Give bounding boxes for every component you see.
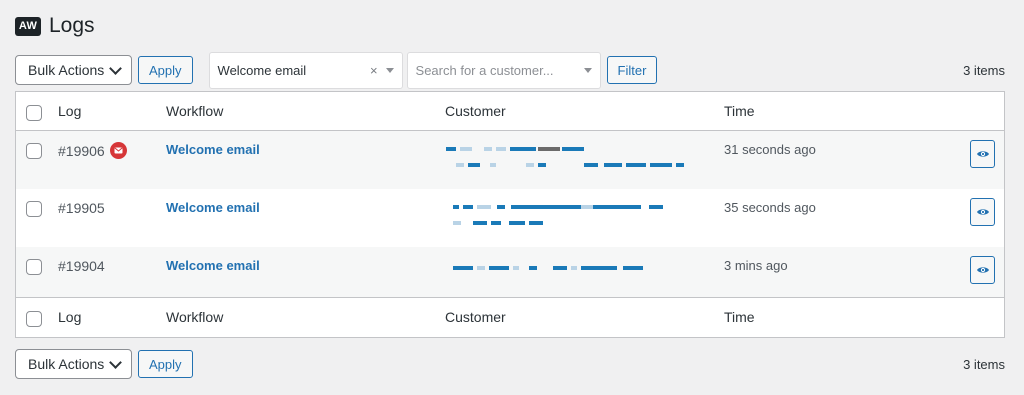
log-id: #19905: [58, 200, 105, 216]
workflow-filter-value: Welcome email: [217, 62, 307, 78]
column-footer-customer: Customer: [445, 309, 506, 325]
filter-button[interactable]: Filter: [606, 56, 658, 84]
column-footer-workflow: Workflow: [166, 309, 224, 325]
workflow-link[interactable]: Welcome email: [166, 200, 260, 215]
redacted-customer: [446, 146, 706, 176]
view-log-button[interactable]: [970, 198, 995, 226]
items-count: 3 items: [963, 356, 1005, 372]
redacted-customer: [453, 266, 713, 296]
bulk-actions-label: Bulk Actions: [28, 62, 105, 78]
dropdown-arrow-icon[interactable]: [385, 67, 394, 73]
eye-icon: [976, 267, 989, 273]
column-header-workflow: Workflow: [166, 103, 224, 119]
top-toolbar: Bulk Actions Apply Welcome email × Searc…: [15, 51, 1005, 89]
table-footer: Log Workflow Customer Time: [16, 297, 1004, 338]
automatewoo-logo: AW: [15, 16, 41, 36]
view-log-button[interactable]: [970, 256, 995, 284]
log-time: 31 seconds ago: [724, 142, 816, 157]
redacted-customer: [453, 204, 713, 234]
bulk-actions-select[interactable]: Bulk Actions: [15, 349, 132, 379]
row-checkbox[interactable]: [26, 201, 42, 217]
chevron-down-icon: [109, 355, 122, 369]
apply-button[interactable]: Apply: [138, 56, 193, 84]
log-id-cell: #19906: [58, 142, 127, 159]
dropdown-arrow-icon[interactable]: [583, 67, 592, 73]
log-id-cell: #19905: [58, 200, 105, 216]
page-title: Logs: [49, 14, 95, 37]
row-checkbox[interactable]: [26, 259, 42, 275]
clear-selection-icon[interactable]: ×: [370, 63, 378, 78]
eye-icon: [976, 209, 989, 215]
column-header-time[interactable]: Time: [724, 103, 755, 119]
column-header-log[interactable]: Log: [58, 103, 81, 119]
column-header-customer: Customer: [445, 103, 506, 119]
customer-search-placeholder: Search for a customer...: [415, 62, 554, 78]
workflow-link[interactable]: Welcome email: [166, 142, 260, 157]
eye-icon: [976, 151, 989, 157]
row-checkbox[interactable]: [26, 143, 42, 159]
table-header: Log Workflow Customer Time: [16, 92, 1004, 131]
view-log-button[interactable]: [970, 140, 995, 168]
logs-table: Log Workflow Customer Time #19906 Welcom…: [15, 91, 1005, 338]
customer-search-select[interactable]: Search for a customer...: [406, 51, 601, 89]
apply-button[interactable]: Apply: [138, 350, 193, 378]
log-id: #19904: [58, 258, 105, 274]
bulk-actions-select[interactable]: Bulk Actions: [15, 55, 132, 85]
bottom-toolbar: Bulk Actions Apply 3 items: [15, 348, 1005, 380]
page-header: AW Logs: [15, 14, 95, 38]
table-row: #19905 Welcome email 35 seconds ago: [16, 189, 1004, 247]
table-row: #19906 Welcome email 31 seconds ago: [16, 131, 1004, 189]
bulk-actions-label: Bulk Actions: [28, 356, 105, 372]
table-row: #19904 Welcome email 3 mins ago: [16, 247, 1004, 297]
log-id-cell: #19904: [58, 258, 105, 274]
items-count: 3 items: [963, 62, 1005, 78]
envelope-icon: [109, 142, 127, 159]
log-time: 3 mins ago: [724, 258, 788, 273]
workflow-filter-select[interactable]: Welcome email ×: [208, 51, 403, 89]
column-footer-log[interactable]: Log: [58, 309, 81, 325]
select-all-checkbox[interactable]: [26, 311, 42, 327]
select-all-checkbox[interactable]: [26, 105, 42, 121]
chevron-down-icon: [109, 61, 122, 75]
workflow-link[interactable]: Welcome email: [166, 258, 260, 273]
log-id: #19906: [58, 142, 105, 159]
column-footer-time[interactable]: Time: [724, 309, 755, 325]
log-time: 35 seconds ago: [724, 200, 816, 215]
